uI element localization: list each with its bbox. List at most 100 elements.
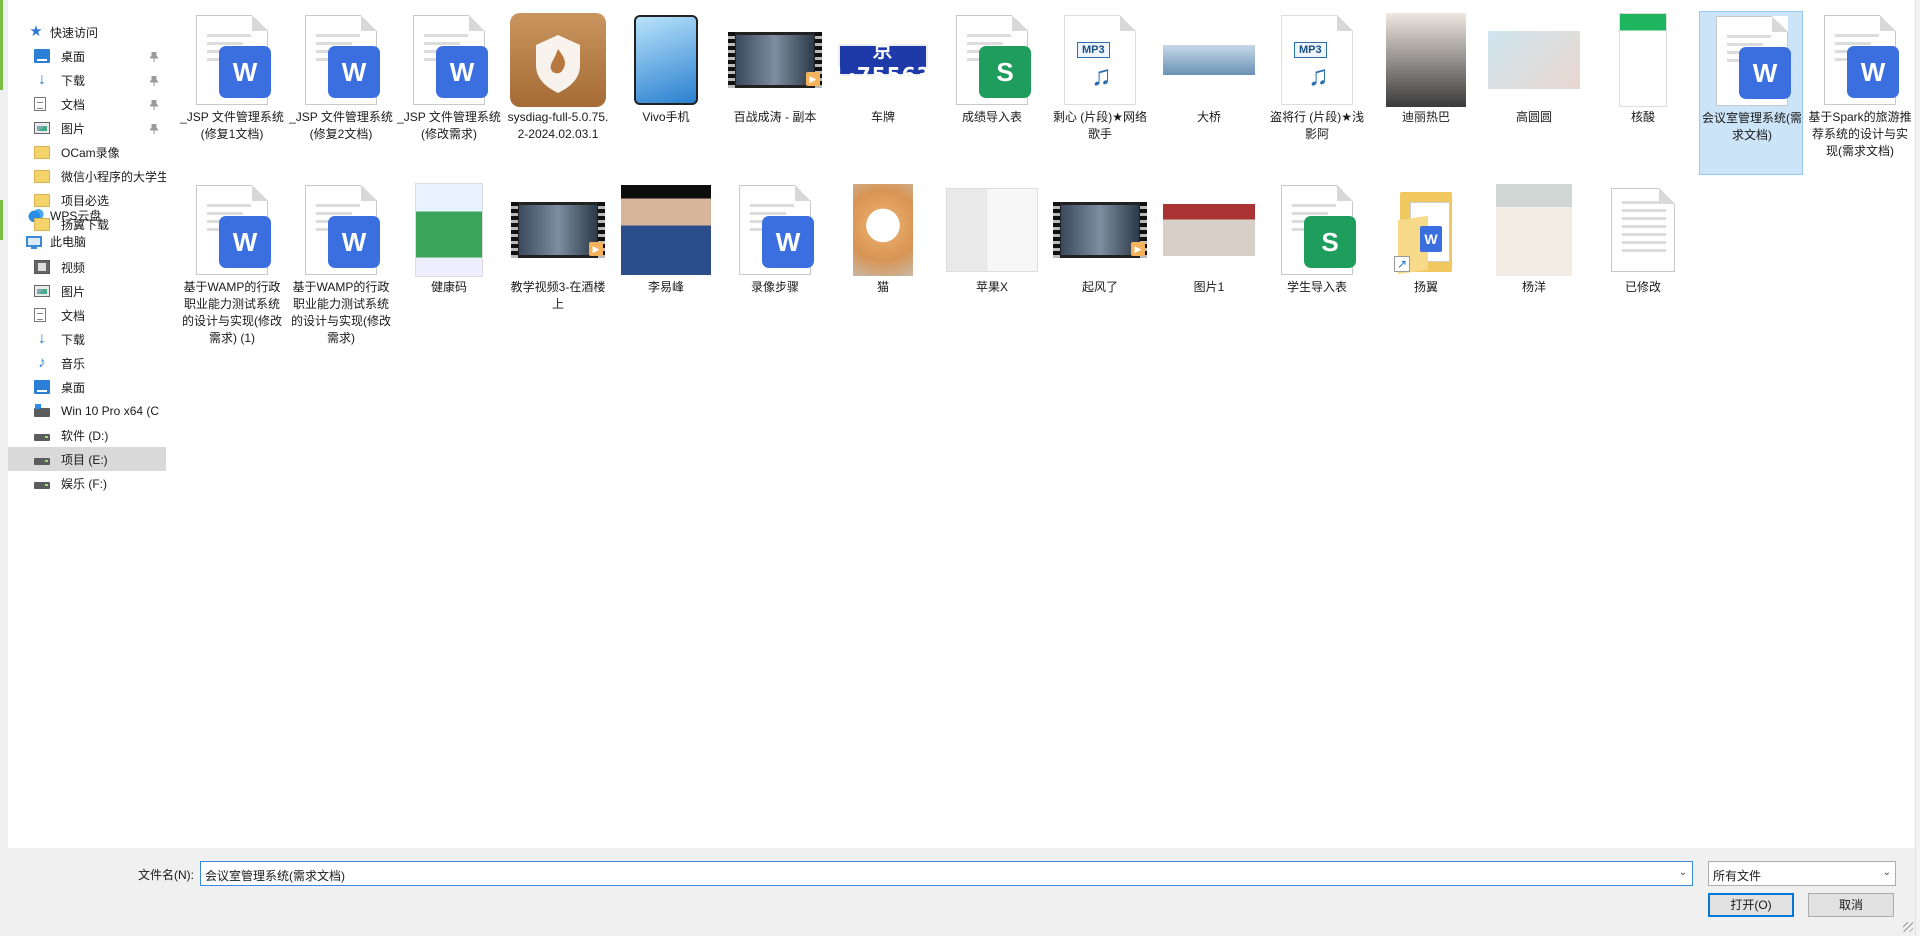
nav-pc-item[interactable]: Win 10 Pro x64 (C bbox=[8, 399, 166, 423]
play-icon: ▶ bbox=[806, 72, 820, 86]
file-name: 会议室管理系统(需求文档) bbox=[1702, 111, 1802, 142]
file-name: Vivo手机 bbox=[642, 110, 690, 124]
file-item[interactable]: 高圆圆 bbox=[1482, 11, 1586, 175]
nav-quick-access[interactable]: ★ 快速访问 bbox=[8, 20, 166, 44]
file-thumbnail: W bbox=[1704, 14, 1800, 108]
nav-pc-item[interactable]: 桌面 bbox=[8, 375, 166, 399]
file-thumbnail bbox=[618, 13, 714, 107]
file-item[interactable]: S 成绩导入表 bbox=[940, 11, 1044, 175]
file-item[interactable]: 京L·75563 车牌 bbox=[831, 11, 935, 175]
file-name: 百战成涛 - 副本 bbox=[733, 110, 817, 124]
file-item[interactable]: W 录像步骤 bbox=[723, 181, 827, 345]
document-icon bbox=[34, 308, 46, 322]
file-name: 教学视频3-在酒楼上 bbox=[510, 280, 606, 311]
file-item[interactable]: 健康码 bbox=[397, 181, 501, 345]
file-item[interactable]: 杨洋 bbox=[1482, 181, 1586, 345]
file-name: 成绩导入表 bbox=[961, 110, 1022, 124]
file-item[interactable]: W 基于Spark的旅游推荐系统的设计与实现(需求文档) bbox=[1808, 11, 1912, 175]
nav-label: 桌面 bbox=[61, 380, 86, 395]
file-item[interactable]: 已修改 bbox=[1591, 181, 1695, 345]
plate-text: 京L·75563 bbox=[834, 37, 932, 87]
nav-quick-item[interactable]: OCam录像 bbox=[8, 140, 166, 164]
filename-history-dropdown[interactable]: ⌄ bbox=[1675, 864, 1691, 882]
nav-label: 娱乐 (F:) bbox=[61, 476, 107, 491]
nav-quick-item[interactable]: 微信小程序的大学生 bbox=[8, 164, 166, 188]
file-item[interactable]: 核酸 bbox=[1591, 11, 1695, 175]
nav-quick-item[interactable]: 文档 bbox=[8, 92, 166, 116]
video-thumbnail: ▶ bbox=[728, 32, 822, 88]
nav-pc-item[interactable]: 图片 bbox=[8, 279, 166, 303]
file-item[interactable]: 李易峰 bbox=[614, 181, 718, 345]
image-thumbnail bbox=[1496, 184, 1572, 276]
edge-accent bbox=[0, 200, 3, 240]
nav-quick-item[interactable]: ↓ 下载 bbox=[8, 68, 166, 92]
word-document-icon: W bbox=[1824, 15, 1899, 105]
word-badge: W bbox=[328, 216, 380, 268]
file-view[interactable]: W _JSP 文件管理系统(修复1文档) W _JSP 文件管理系统(修复2文档)… bbox=[180, 10, 1915, 840]
nav-pc-item[interactable]: 项目 (E:) bbox=[8, 447, 166, 471]
open-button[interactable]: 打开(O) bbox=[1708, 893, 1794, 917]
file-thumbnail: MP3 ♫ bbox=[1269, 13, 1365, 107]
nav-pc-item[interactable]: 视频 bbox=[8, 255, 166, 279]
file-name: 基于WAMP的行政职业能力测试系统的设计与实现(修改需求) bbox=[291, 280, 391, 345]
file-item[interactable]: 猫 bbox=[831, 181, 935, 345]
file-item[interactable]: W 基于WAMP的行政职业能力测试系统的设计与实现(修改需求) bbox=[289, 181, 393, 345]
nav-pc-item[interactable]: 文档 bbox=[8, 303, 166, 327]
file-item[interactable]: W _JSP 文件管理系统(修改需求) bbox=[397, 11, 501, 175]
file-name: 基于Spark的旅游推荐系统的设计与实现(需求文档) bbox=[1808, 110, 1912, 158]
file-name: sysdiag-full-5.0.75.2-2024.02.03.1 bbox=[507, 110, 609, 141]
nav-quick-item[interactable]: 扬翼下载 bbox=[8, 212, 166, 236]
computer-icon bbox=[26, 235, 42, 249]
file-name: 苹果X bbox=[975, 280, 1008, 294]
file-item[interactable]: sysdiag-full-5.0.75.2-2024.02.03.1 bbox=[506, 11, 610, 175]
file-item[interactable]: 迪丽热巴 bbox=[1374, 11, 1478, 175]
file-thumbnail: W ↗ bbox=[1378, 183, 1474, 277]
file-thumbnail: W bbox=[184, 13, 280, 107]
nav-quick-item[interactable]: 项目必选 bbox=[8, 188, 166, 212]
windows-drive-icon bbox=[34, 403, 50, 417]
edge-accent bbox=[0, 0, 3, 90]
file-thumbnail: W bbox=[727, 183, 823, 277]
nav-pc-item[interactable]: 娱乐 (F:) bbox=[8, 471, 166, 495]
filename-input[interactable]: 会议室管理系统(需求文档) bbox=[200, 861, 1693, 886]
file-item[interactable]: 图片1 bbox=[1157, 181, 1261, 345]
file-thumbnail bbox=[510, 13, 606, 107]
file-item[interactable]: W _JSP 文件管理系统(修复1文档) bbox=[180, 11, 284, 175]
cancel-button[interactable]: 取消 bbox=[1808, 893, 1894, 917]
file-item[interactable]: S 学生导入表 bbox=[1265, 181, 1369, 345]
file-item[interactable]: W 基于WAMP的行政职业能力测试系统的设计与实现(修改需求) (1) bbox=[180, 181, 284, 345]
filename-label: 文件名(N): bbox=[138, 868, 194, 882]
nav-label: 视频 bbox=[61, 260, 86, 275]
nav-pc-item[interactable]: ♪ 音乐 bbox=[8, 351, 166, 375]
navigation-pane[interactable]: ★ 快速访问 WPS云盘 此电脑 网络 桌面↓下载文档图片OCam录像微信小程序… bbox=[8, 18, 166, 848]
text-document-icon bbox=[1611, 188, 1675, 272]
drive-icon bbox=[34, 457, 50, 465]
nav-label: 下载 bbox=[61, 73, 86, 88]
license-plate-thumbnail: 京L·75563 bbox=[835, 38, 931, 87]
file-thumbnail bbox=[1161, 13, 1257, 107]
word-badge: W bbox=[1420, 226, 1442, 252]
file-item[interactable]: W ↗ 扬翼 bbox=[1374, 181, 1478, 345]
file-item[interactable]: MP3 ♫ 盗将行 (片段)★浅影阿 bbox=[1265, 11, 1369, 175]
file-item[interactable]: ▶ 起风了 bbox=[1048, 181, 1152, 345]
nav-pc-item[interactable]: 软件 (D:) bbox=[8, 423, 166, 447]
file-thumbnail: W bbox=[1812, 13, 1908, 107]
file-item[interactable]: 苹果X bbox=[940, 181, 1044, 345]
file-name: 健康码 bbox=[430, 280, 467, 294]
file-item[interactable]: Vivo手机 bbox=[614, 11, 718, 175]
file-item[interactable]: W _JSP 文件管理系统(修复2文档) bbox=[289, 11, 393, 175]
file-name: 基于WAMP的行政职业能力测试系统的设计与实现(修改需求) (1) bbox=[182, 280, 282, 345]
file-item[interactable]: ▶ 百战成涛 - 副本 bbox=[723, 11, 827, 175]
play-icon: ▶ bbox=[1131, 242, 1145, 256]
file-item[interactable]: W 会议室管理系统(需求文档) bbox=[1699, 11, 1803, 175]
nav-quick-item[interactable]: 桌面 bbox=[8, 44, 166, 68]
resize-grip[interactable] bbox=[1903, 922, 1913, 932]
nav-pc-item[interactable]: ↓ 下载 bbox=[8, 327, 166, 351]
file-name: 剩心 (片段)★网络歌手 bbox=[1052, 110, 1148, 141]
nav-quick-item[interactable]: 图片 bbox=[8, 116, 166, 140]
filetype-select[interactable]: 所有文件 ⌄ bbox=[1708, 861, 1896, 886]
file-item[interactable]: 大桥 bbox=[1157, 11, 1261, 175]
file-item[interactable]: ▶ 教学视频3-在酒楼上 bbox=[506, 181, 610, 345]
file-name: 录像步骤 bbox=[750, 280, 799, 294]
file-item[interactable]: MP3 ♫ 剩心 (片段)★网络歌手 bbox=[1048, 11, 1152, 175]
